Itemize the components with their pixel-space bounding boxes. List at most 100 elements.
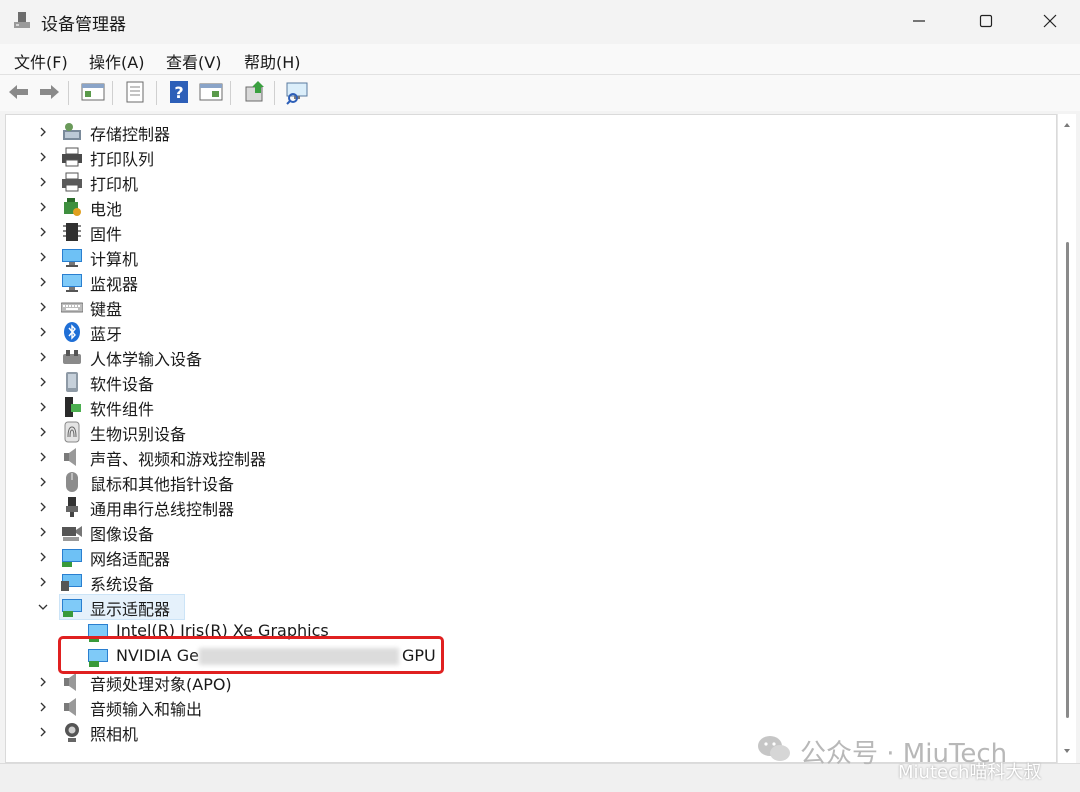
speaker-icon [61, 671, 83, 693]
tree-category-row[interactable]: 系统设备 [6, 569, 1046, 594]
chevron-right-icon[interactable] [36, 525, 50, 539]
usb-icon [61, 496, 83, 518]
tree-category-row[interactable]: 鼠标和其他指针设备 [6, 469, 1046, 494]
tree-category-label: 计算机 [90, 250, 139, 269]
toolbar-separator [274, 81, 275, 105]
tree-category-label: 网络适配器 [90, 550, 171, 569]
speaker-icon [61, 446, 83, 468]
highlight-box [58, 636, 444, 674]
tree-category-row[interactable]: 生物识别设备 [6, 419, 1046, 444]
tree-category-row[interactable]: 打印队列 [6, 144, 1046, 169]
wechat-logo-icon [758, 736, 790, 761]
watermark-line-2: Miutech喵科大叔 [898, 762, 1042, 783]
update-driver-icon[interactable] [242, 79, 268, 105]
chevron-right-icon[interactable] [36, 200, 50, 214]
chevron-right-icon[interactable] [36, 450, 50, 464]
display-adapter-icon [61, 596, 83, 618]
chevron-right-icon[interactable] [36, 550, 50, 564]
tree-category-row[interactable]: 存储控制器 [6, 119, 1046, 144]
chevron-right-icon[interactable] [36, 675, 50, 689]
toolbar-separator [68, 81, 69, 105]
forward-icon[interactable] [36, 79, 62, 105]
menu-action[interactable]: 操作(A) [89, 49, 144, 73]
tree-category-row[interactable]: 网络适配器 [6, 544, 1046, 569]
tree-category-row[interactable]: 图像设备 [6, 519, 1046, 544]
speaker-icon [61, 696, 83, 718]
chevron-right-icon[interactable] [36, 575, 50, 589]
tree-category-row[interactable]: 蓝牙 [6, 319, 1046, 344]
tree-category-row[interactable]: 键盘 [6, 294, 1046, 319]
tree-category-row[interactable]: 声音、视频和游戏控制器 [6, 444, 1046, 469]
toolbar: ? [0, 74, 1080, 111]
tree-category-label: 电池 [90, 200, 123, 219]
scroll-up-icon[interactable] [1058, 118, 1076, 132]
firmware-icon [61, 221, 83, 243]
tree-category-label: 人体学输入设备 [90, 350, 203, 369]
back-icon[interactable] [6, 79, 32, 105]
tree-category-row[interactable]: 软件设备 [6, 369, 1046, 394]
tree-category-row[interactable]: 音频输入和输出 [6, 694, 1046, 719]
tree-category-row[interactable]: 人体学输入设备 [6, 344, 1046, 369]
menu-bar: 文件(F) 操作(A) 查看(V) 帮助(H) [0, 44, 1080, 74]
maximize-icon [979, 14, 993, 28]
tree-category-label: 监视器 [90, 275, 139, 294]
bluetooth-icon [61, 321, 83, 343]
chevron-right-icon[interactable] [36, 250, 50, 264]
tree-category-row[interactable]: 计算机 [6, 244, 1046, 269]
device-manager-icon [14, 12, 30, 28]
chevron-right-icon[interactable] [36, 500, 50, 514]
scan-hardware-icon[interactable] [284, 79, 310, 105]
tree-category-row[interactable]: 监视器 [6, 269, 1046, 294]
printer-queue-icon [61, 146, 83, 168]
tree-category-row[interactable]: 通用串行总线控制器 [6, 494, 1046, 519]
tree-category-label: 图像设备 [90, 525, 155, 544]
scrollbar-thumb[interactable] [1066, 242, 1069, 718]
help-icon[interactable]: ? [166, 79, 192, 105]
tree-category-label: 固件 [90, 225, 123, 244]
chevron-right-icon[interactable] [36, 325, 50, 339]
software-device-icon [61, 371, 83, 393]
menu-help[interactable]: 帮助(H) [244, 49, 301, 73]
tree-category-label: 蓝牙 [90, 325, 123, 344]
tree-category-label: 声音、视频和游戏控制器 [90, 450, 267, 469]
tree-category-row[interactable]: 软件组件 [6, 394, 1046, 419]
tree-category-label: 键盘 [90, 300, 123, 319]
mouse-icon [61, 471, 83, 493]
fingerprint-icon [61, 421, 83, 443]
chevron-right-icon[interactable] [36, 150, 50, 164]
close-button[interactable] [1018, 0, 1080, 42]
toolbar-separator [230, 81, 231, 105]
tree-category-row[interactable]: 打印机 [6, 169, 1046, 194]
scroll-down-icon[interactable] [1058, 744, 1076, 758]
tree-category-label: 软件组件 [90, 400, 155, 419]
action-view-icon[interactable] [198, 79, 224, 105]
menu-file[interactable]: 文件(F) [14, 49, 68, 73]
tree-category-row[interactable]: 固件 [6, 219, 1046, 244]
vertical-scrollbar[interactable] [1057, 114, 1076, 763]
menu-view[interactable]: 查看(V) [166, 49, 221, 73]
chevron-right-icon[interactable] [36, 400, 50, 414]
tree-category-label: 软件设备 [90, 375, 155, 394]
chevron-right-icon[interactable] [36, 125, 50, 139]
chevron-right-icon[interactable] [36, 700, 50, 714]
properties-view-icon[interactable] [80, 79, 106, 105]
minimize-button[interactable] [887, 0, 951, 42]
chevron-right-icon[interactable] [36, 225, 50, 239]
chevron-right-icon[interactable] [36, 300, 50, 314]
document-icon[interactable] [122, 79, 148, 105]
window-title: 设备管理器 [41, 15, 126, 35]
chevron-down-icon[interactable] [36, 600, 50, 614]
tree-category-label: 生物识别设备 [90, 425, 187, 444]
tree-category-row[interactable]: 显示适配器 [6, 594, 1046, 620]
chevron-right-icon[interactable] [36, 175, 50, 189]
tree-category-row[interactable]: 电池 [6, 194, 1046, 219]
minimize-icon [913, 20, 925, 22]
chevron-right-icon[interactable] [36, 350, 50, 364]
chevron-right-icon[interactable] [36, 425, 50, 439]
chevron-right-icon[interactable] [36, 275, 50, 289]
chevron-right-icon[interactable] [36, 475, 50, 489]
maximize-button[interactable] [954, 0, 1018, 42]
chevron-right-icon[interactable] [36, 375, 50, 389]
chevron-right-icon[interactable] [36, 725, 50, 739]
system-device-icon [61, 571, 83, 593]
